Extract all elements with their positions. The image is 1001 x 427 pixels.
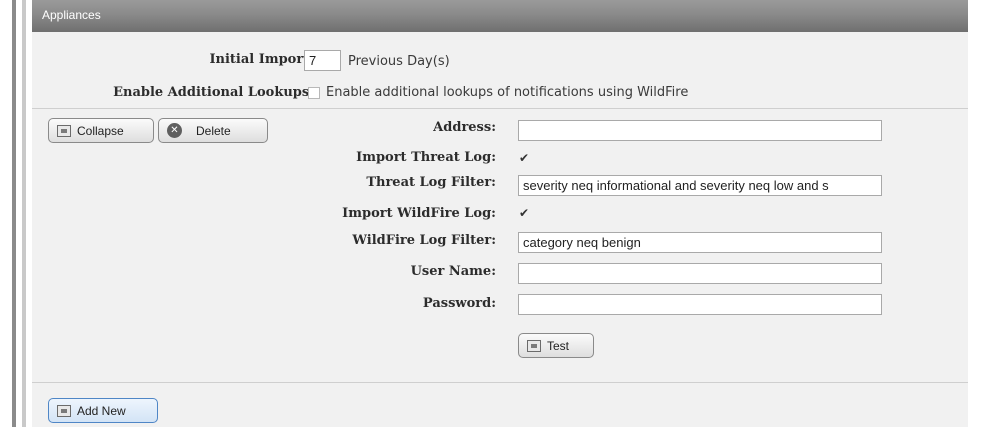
threat-log-filter-input[interactable]: severity neq informational and severity … [518, 175, 882, 196]
initial-import-input[interactable]: 7 [304, 50, 341, 71]
appliances-panel: Appliances Initial Import: 7 Previous Da… [32, 0, 968, 427]
address-label: Address: [433, 120, 496, 135]
add-new-button[interactable]: Add New [48, 398, 158, 423]
left-border [12, 0, 16, 427]
wildfire-log-filter-input[interactable]: category neq benign [518, 232, 882, 253]
wildfire-log-filter-label: WildFire Log Filter: [352, 233, 496, 248]
add-icon [57, 404, 71, 417]
delete-button-label: Delete [196, 123, 231, 138]
footer-divider [32, 382, 968, 383]
test-icon [527, 339, 541, 352]
import-wildfire-log-label: Import WildFire Log: [342, 206, 496, 221]
password-input[interactable] [518, 294, 882, 315]
left-border-inner [22, 0, 26, 427]
right-margin [968, 0, 1001, 427]
import-wildfire-log-checkbox[interactable]: ✔ [519, 207, 529, 219]
password-label: Password: [422, 296, 496, 311]
section-divider [32, 108, 968, 109]
enable-lookups-checkbox[interactable] [308, 87, 320, 99]
username-input[interactable] [518, 263, 882, 284]
collapse-button-label: Collapse [77, 123, 124, 138]
test-button-label: Test [547, 338, 570, 353]
threat-log-filter-label: Threat Log Filter: [366, 175, 496, 190]
collapse-button[interactable]: Collapse [48, 118, 154, 143]
panel-header: Appliances [32, 0, 968, 32]
import-threat-log-label: Import Threat Log: [356, 150, 496, 165]
initial-import-label: Initial Import: [209, 52, 314, 67]
panel-title: Appliances [42, 8, 101, 22]
left-rail [0, 0, 22, 427]
import-threat-log-checkbox[interactable]: ✔ [519, 152, 529, 164]
add-new-button-label: Add New [77, 403, 126, 418]
username-label: User Name: [410, 264, 496, 279]
collapse-icon [57, 124, 71, 137]
address-input[interactable] [518, 120, 882, 141]
initial-import-unit: Previous Day(s) [348, 54, 450, 69]
test-button[interactable]: Test [518, 333, 594, 358]
enable-lookups-text: Enable additional lookups of notificatio… [326, 85, 689, 100]
enable-lookups-label: Enable Additional Lookups: [113, 85, 314, 100]
delete-button[interactable]: ✕ Delete [158, 118, 268, 143]
delete-icon: ✕ [167, 123, 182, 138]
